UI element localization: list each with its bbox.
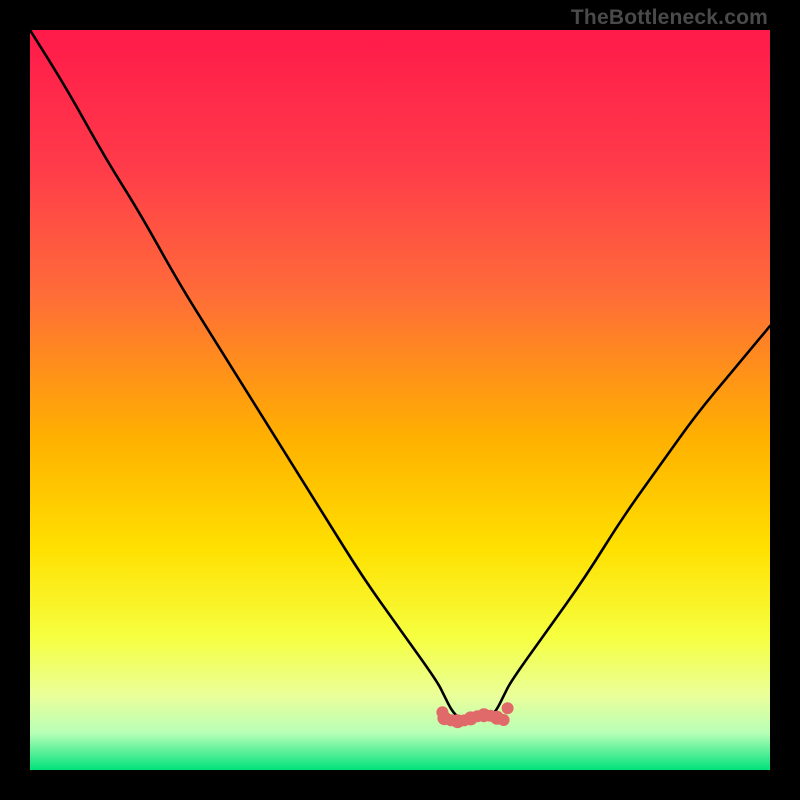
bottleneck-curve <box>30 30 770 770</box>
chart-frame: TheBottleneck.com <box>0 0 800 800</box>
chart-plot-area <box>30 30 770 770</box>
watermark-text: TheBottleneck.com <box>571 6 768 30</box>
